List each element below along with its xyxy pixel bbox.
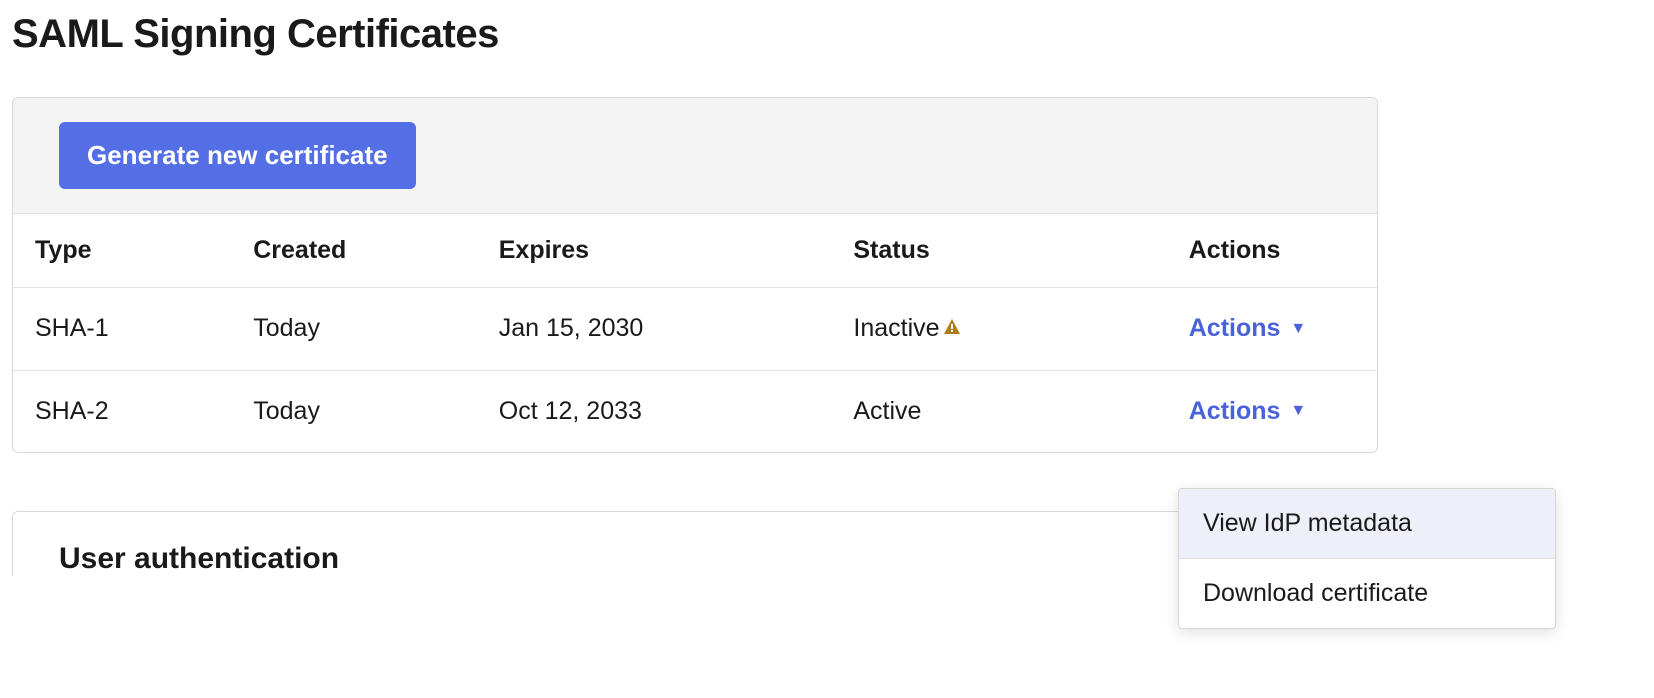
- caret-down-icon: ▼: [1290, 402, 1306, 420]
- actions-dropdown-menu: View IdP metadata Download certificate: [1178, 488, 1556, 629]
- table-row: SHA-2 Today Oct 12, 2033 Active Actions …: [13, 370, 1377, 452]
- panel-header: Generate new certificate: [13, 98, 1377, 214]
- cell-expires: Jan 15, 2030: [477, 288, 832, 371]
- user-authentication-title: User authentication: [59, 542, 339, 576]
- actions-dropdown-trigger[interactable]: Actions ▼: [1189, 314, 1307, 343]
- table-row: SHA-1 Today Jan 15, 2030 Inactive Action…: [13, 288, 1377, 371]
- status-text: Inactive: [853, 314, 939, 342]
- column-header-expires: Expires: [477, 214, 832, 288]
- cell-type: SHA-1: [13, 288, 231, 371]
- user-authentication-panel: User authentication Edit: [12, 511, 1378, 576]
- cell-created: Today: [231, 288, 477, 371]
- cell-actions: Actions ▼: [1159, 370, 1377, 452]
- cell-type: SHA-2: [13, 370, 231, 452]
- actions-label: Actions: [1189, 397, 1281, 426]
- dropdown-item-download-certificate[interactable]: Download certificate: [1179, 559, 1555, 628]
- cell-expires: Oct 12, 2033: [477, 370, 832, 452]
- cell-status: Active: [831, 370, 1158, 452]
- certificates-table: Type Created Expires Status Actions SHA-…: [13, 214, 1377, 452]
- cell-actions: Actions ▼: [1159, 288, 1377, 371]
- column-header-type: Type: [13, 214, 231, 288]
- dropdown-item-view-idp-metadata[interactable]: View IdP metadata: [1179, 489, 1555, 559]
- cell-status: Inactive: [831, 288, 1158, 371]
- column-header-created: Created: [231, 214, 477, 288]
- status-text: Active: [853, 397, 921, 425]
- page-title: SAML Signing Certificates: [12, 12, 1642, 57]
- generate-new-certificate-button[interactable]: Generate new certificate: [59, 122, 416, 189]
- column-header-actions: Actions: [1159, 214, 1377, 288]
- cell-created: Today: [231, 370, 477, 452]
- column-header-status: Status: [831, 214, 1158, 288]
- actions-dropdown-trigger[interactable]: Actions ▼: [1189, 397, 1307, 426]
- table-header-row: Type Created Expires Status Actions: [13, 214, 1377, 288]
- caret-down-icon: ▼: [1290, 320, 1306, 338]
- warning-icon: [942, 315, 962, 344]
- actions-label: Actions: [1189, 314, 1281, 343]
- certificates-panel: Generate new certificate Type Created Ex…: [12, 97, 1378, 453]
